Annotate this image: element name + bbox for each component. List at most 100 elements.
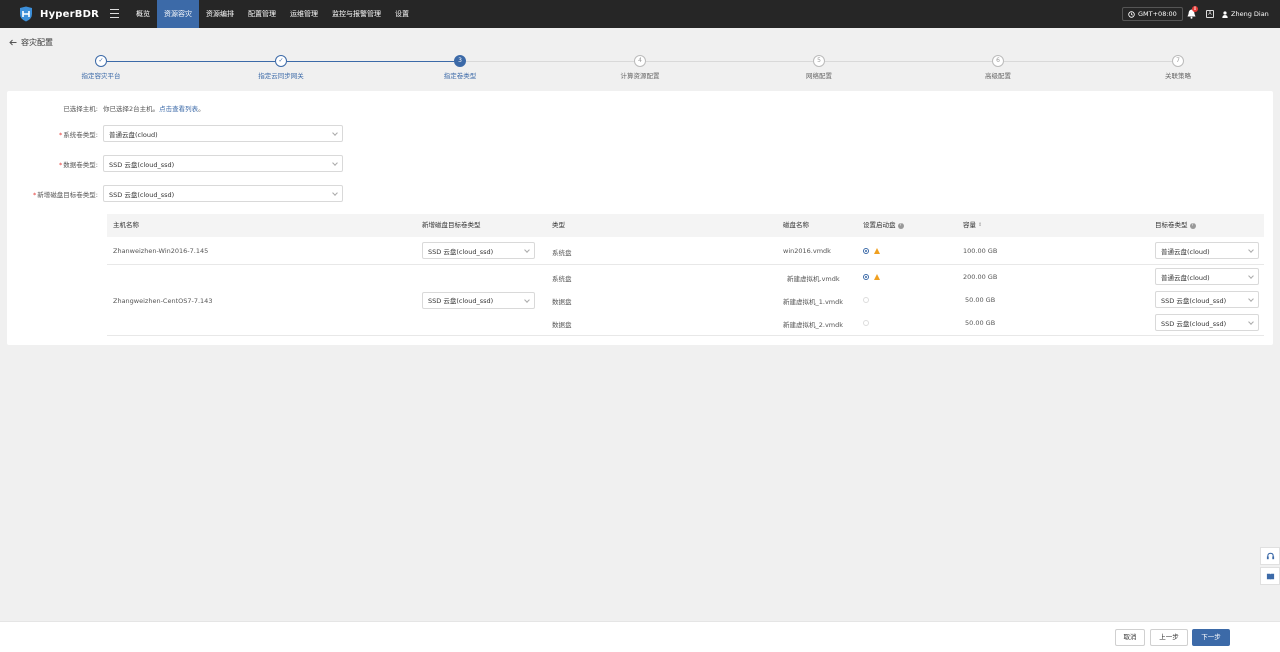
- clock-icon: [1128, 10, 1135, 18]
- hyperbdr-logo-icon: [18, 6, 34, 22]
- check-icon: ✓: [95, 55, 107, 67]
- host-name: Zhanweizhen-Win2016-7.145: [113, 247, 209, 255]
- wizard-step: ✓ 指定容灾平台: [41, 55, 161, 80]
- disk-table-body: Zhanweizhen-Win2016-7.145 SSD 云盘(cloud_ss…: [107, 237, 1264, 336]
- table-row: Zhangweizhen-CentOS7-7.143 SSD 云盘(cloud_s…: [107, 265, 1264, 336]
- wizard-step: 4 计算资源配置: [580, 55, 700, 80]
- notification-bell-icon[interactable]: 0: [1187, 6, 1198, 19]
- wizard-step: 5 网络配置: [759, 55, 879, 80]
- target-volume-type-value: 普通云盘(cloud): [1161, 247, 1210, 256]
- boot-disk-radio[interactable]: [863, 297, 869, 303]
- language-icon[interactable]: A: [1206, 10, 1214, 18]
- target-volume-type-value: 普通云盘(cloud): [1161, 273, 1210, 282]
- data-volume-row: *数据卷类型: SSD 云盘(cloud_ssd): [7, 155, 343, 172]
- nav-item[interactable]: 配置管理: [241, 0, 283, 28]
- boot-disk-radio[interactable]: [863, 320, 869, 326]
- nav-item[interactable]: 监控与报警管理: [325, 0, 388, 28]
- col-boot-disk: 设置启动盘?: [863, 221, 904, 229]
- target-volume-type-select[interactable]: SSD 云盘(cloud_ssd): [1155, 314, 1259, 331]
- step-number: 7: [1172, 55, 1184, 67]
- system-volume-label: *系统卷类型:: [59, 130, 98, 139]
- host-name: Zhangweizhen-CentOS7-7.143: [113, 296, 213, 305]
- warning-icon[interactable]: [874, 274, 880, 280]
- new-disk-volume-value: SSD 云盘(cloud_ssd): [109, 190, 175, 199]
- next-step-button[interactable]: 下一步: [1192, 629, 1230, 646]
- boot-disk-radio[interactable]: [863, 274, 869, 280]
- col-host: 主机名称: [113, 221, 139, 229]
- col-capacity[interactable]: 容量 ⇕: [963, 214, 982, 237]
- nav-item[interactable]: 资源容灾: [157, 0, 199, 28]
- disk-table: 主机名称 新增磁盘目标卷类型 类型 磁盘名称 设置启动盘? 容量 ⇕ 目标卷类型?…: [107, 214, 1264, 336]
- user-menu[interactable]: Zheng Dian: [1222, 0, 1269, 28]
- cancel-button[interactable]: 取消: [1115, 629, 1145, 646]
- chevron-down-icon: [332, 190, 338, 196]
- disk-capacity: 50.00 GB: [965, 296, 996, 304]
- view-host-list-link[interactable]: 点击查看列表: [159, 105, 198, 113]
- nav-item[interactable]: 概览: [129, 0, 157, 28]
- top-navbar: HyperBDR 概览 资源容灾 资源编排 配置管理 运维管理 监控与报警管理 设置 GMT…: [0, 0, 1280, 28]
- selected-hosts-row: 已选择主机: 你已选择2台主机。点击查看列表。: [7, 103, 205, 113]
- data-volume-select[interactable]: SSD 云盘(cloud_ssd): [103, 155, 343, 172]
- step-label: 计算资源配置: [620, 72, 660, 80]
- chevron-down-icon: [332, 160, 338, 166]
- new-disk-type-select[interactable]: SSD 云盘(cloud_ssd): [422, 242, 535, 259]
- wizard-step: 7 关联策略: [1118, 55, 1238, 80]
- nav-item[interactable]: 运维管理: [283, 0, 325, 28]
- disk-type: 数据盘: [552, 321, 572, 329]
- brand-logo[interactable]: HyperBDR: [18, 6, 99, 22]
- wizard-step: ✓ 指定云同步网关: [221, 55, 341, 80]
- col-target-type: 目标卷类型?: [1155, 221, 1196, 229]
- target-volume-type-select[interactable]: SSD 云盘(cloud_ssd): [1155, 291, 1259, 308]
- disk-type: 数据盘: [552, 298, 572, 306]
- disk-name: 新建虚拟机_1.vmdk: [783, 298, 844, 306]
- step-label: 高级配置: [985, 72, 1011, 80]
- new-disk-type-value: SSD 云盘(cloud_ssd): [428, 247, 494, 256]
- chevron-down-icon: [524, 296, 530, 303]
- nav-item[interactable]: 资源编排: [199, 0, 241, 28]
- nav-item[interactable]: 设置: [388, 0, 416, 28]
- sort-icon[interactable]: ⇕: [978, 214, 982, 237]
- boot-disk-radio[interactable]: [863, 248, 869, 254]
- step-number: 4: [634, 55, 646, 67]
- target-volume-type-select[interactable]: 普通云盘(cloud): [1155, 242, 1259, 259]
- disk-type: 系统盘: [552, 249, 572, 257]
- main-nav: 概览 资源容灾 资源编排 配置管理 运维管理 监控与报警管理 设置: [129, 0, 416, 28]
- selected-hosts-text: 你已选择2台主机。: [103, 105, 160, 113]
- disk-type: 系统盘: [552, 275, 572, 283]
- step-number: 6: [992, 55, 1004, 67]
- chevron-down-icon: [524, 247, 530, 253]
- new-disk-type-select[interactable]: SSD 云盘(cloud_ssd): [422, 291, 535, 309]
- support-float-button[interactable]: [1260, 547, 1280, 565]
- help-icon[interactable]: ?: [1189, 222, 1196, 229]
- table-row: Zhanweizhen-Win2016-7.145 SSD 云盘(cloud_ss…: [107, 237, 1264, 265]
- volume-type-card: 已选择主机: 你已选择2台主机。点击查看列表。 *系统卷类型: 普通云盘(clo…: [7, 91, 1273, 345]
- back-arrow-icon[interactable]: [9, 39, 17, 46]
- chevron-down-icon: [1248, 296, 1254, 302]
- help-icon[interactable]: ?: [897, 222, 904, 229]
- chevron-down-icon: [1248, 273, 1254, 279]
- new-disk-volume-select[interactable]: SSD 云盘(cloud_ssd): [103, 185, 343, 202]
- step-label: 指定云同步网关: [258, 72, 304, 80]
- target-volume-type-select[interactable]: 普通云盘(cloud): [1155, 268, 1259, 285]
- step-label: 关联策略: [1165, 72, 1191, 80]
- menu-toggle-icon[interactable]: [110, 9, 119, 18]
- notification-badge: 0: [1192, 6, 1198, 12]
- disk-name: win2016.vmdk: [783, 247, 831, 255]
- new-disk-type-value: SSD 云盘(cloud_ssd): [428, 297, 494, 305]
- col-type: 类型: [552, 221, 565, 229]
- docs-float-button[interactable]: [1260, 567, 1280, 585]
- selected-hosts-info: 你已选择2台主机。点击查看列表。: [103, 103, 205, 113]
- timezone-indicator[interactable]: GMT+08:00: [1122, 7, 1183, 21]
- new-disk-volume-label: *新增磁盘目标卷类型:: [33, 190, 98, 199]
- disk-capacity: 100.00 GB: [963, 247, 998, 255]
- disk-capacity: 50.00 GB: [965, 319, 996, 327]
- system-volume-row: *系统卷类型: 普通云盘(cloud): [7, 125, 343, 142]
- wizard-footer: 取消 上一步 下一步: [0, 621, 1280, 652]
- disk-name: 新建虚拟机_2.vmdk: [783, 321, 844, 329]
- system-volume-select[interactable]: 普通云盘(cloud): [103, 125, 343, 142]
- step-number: 3: [454, 55, 466, 67]
- previous-step-button[interactable]: 上一步: [1150, 629, 1188, 646]
- warning-icon[interactable]: [874, 248, 880, 254]
- wizard-step: 3 指定卷类型: [400, 55, 520, 80]
- target-volume-type-value: SSD 云盘(cloud_ssd): [1161, 296, 1227, 305]
